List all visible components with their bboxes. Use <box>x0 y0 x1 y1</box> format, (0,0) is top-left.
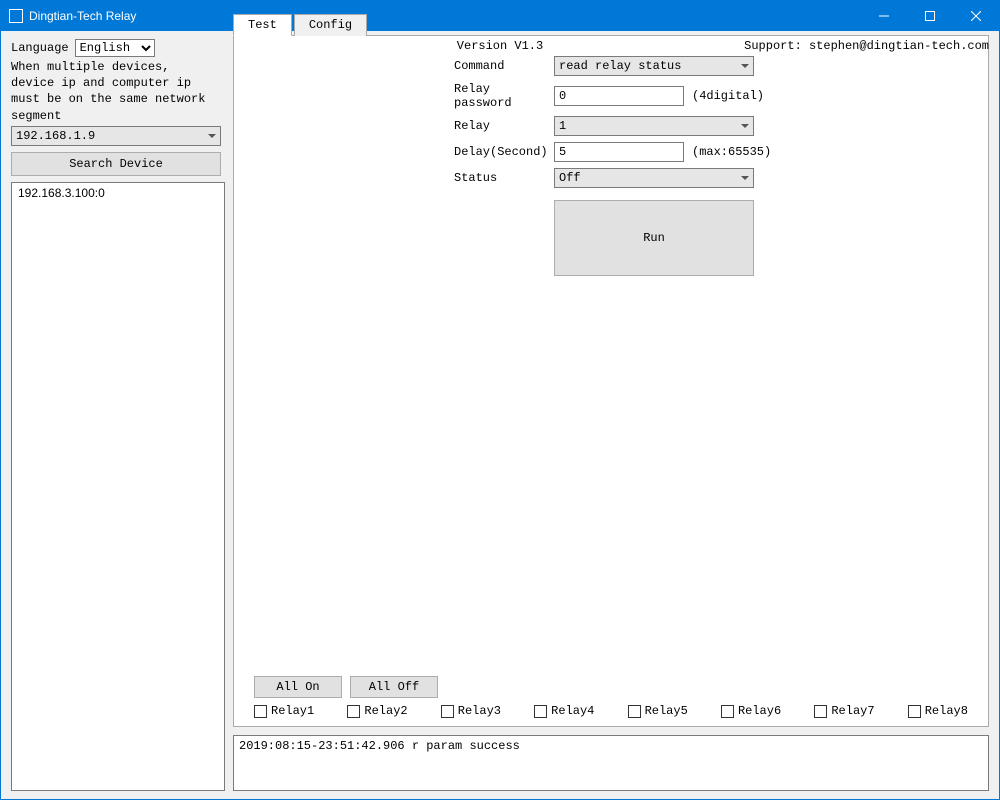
checkbox-icon <box>534 705 547 718</box>
app-icon <box>9 9 23 23</box>
checkbox-icon <box>721 705 734 718</box>
relay-checkbox-7[interactable]: Relay7 <box>814 704 874 718</box>
device-list[interactable]: 192.168.3.100:0 <box>11 182 225 791</box>
network-note: When multiple devices, device ip and com… <box>11 59 225 124</box>
tab-bar: Test Config <box>233 13 989 36</box>
delay-label: Delay(Second) <box>454 145 554 159</box>
checkbox-icon <box>254 705 267 718</box>
relay-checkbox-5[interactable]: Relay5 <box>628 704 688 718</box>
log-output[interactable]: 2019:08:15-23:51:42.906 r param success <box>233 735 989 791</box>
relay-checkbox-1[interactable]: Relay1 <box>254 704 314 718</box>
language-label: Language <box>11 41 69 55</box>
local-ip-value: 192.168.1.9 <box>16 129 95 143</box>
relay-checkbox-3[interactable]: Relay3 <box>441 704 501 718</box>
checkbox-icon <box>347 705 360 718</box>
log-line: 2019:08:15-23:51:42.906 r param success <box>239 739 983 753</box>
relay-checkbox-row: Relay1 Relay2 Relay3 Relay4 Relay5 Relay… <box>254 704 968 718</box>
checkbox-icon <box>908 705 921 718</box>
relay-checkbox-8[interactable]: Relay8 <box>908 704 968 718</box>
all-on-button[interactable]: All On <box>254 676 342 698</box>
relay-checkbox-6[interactable]: Relay6 <box>721 704 781 718</box>
all-off-button[interactable]: All Off <box>350 676 438 698</box>
relay-label: Relay <box>454 119 554 133</box>
search-device-button[interactable]: Search Device <box>11 152 221 176</box>
checkbox-icon <box>441 705 454 718</box>
chevron-down-icon <box>741 176 749 180</box>
relay-password-label: Relay password <box>454 82 554 110</box>
command-select[interactable]: read relay status <box>554 56 754 76</box>
delay-field[interactable] <box>554 142 684 162</box>
device-list-item[interactable]: 192.168.3.100:0 <box>16 185 220 201</box>
tab-content: Command read relay status Relay password… <box>233 36 989 727</box>
tab-config[interactable]: Config <box>294 14 367 36</box>
support-label: Support: stephen@dingtian-tech.com <box>744 39 989 53</box>
command-label: Command <box>454 59 554 73</box>
relay-checkbox-4[interactable]: Relay4 <box>534 704 594 718</box>
local-ip-select[interactable]: 192.168.1.9 <box>11 126 221 146</box>
tab-test[interactable]: Test <box>233 14 292 36</box>
chevron-down-icon <box>741 124 749 128</box>
status-label: Status <box>454 171 554 185</box>
relay-password-field[interactable] <box>554 86 684 106</box>
checkbox-icon <box>814 705 827 718</box>
status-select[interactable]: Off <box>554 168 754 188</box>
run-button[interactable]: Run <box>554 200 754 276</box>
language-select[interactable]: English <box>75 39 155 57</box>
relay-checkbox-2[interactable]: Relay2 <box>347 704 407 718</box>
delay-hint: (max:65535) <box>692 145 771 159</box>
chevron-down-icon <box>741 64 749 68</box>
checkbox-icon <box>628 705 641 718</box>
version-label: Version V1.3 <box>457 39 543 53</box>
password-hint: (4digital) <box>692 89 764 103</box>
window-title: Dingtian-Tech Relay <box>29 9 136 23</box>
relay-select[interactable]: 1 <box>554 116 754 136</box>
chevron-down-icon <box>208 134 216 138</box>
